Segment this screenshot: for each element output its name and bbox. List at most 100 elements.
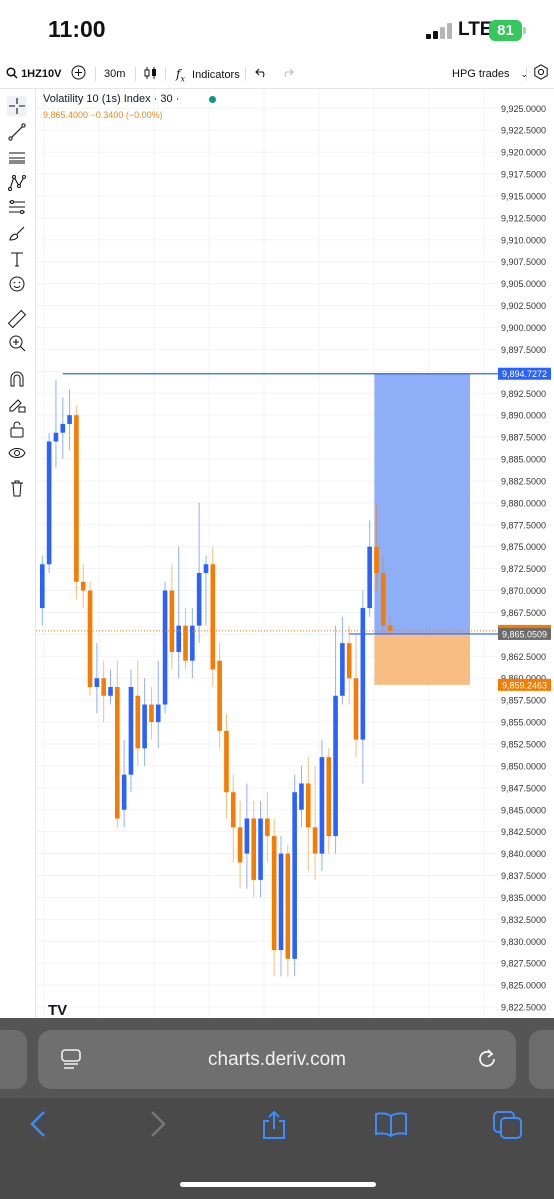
tabs-icon[interactable] [492, 1110, 524, 1140]
indicators-label: Indicators [192, 69, 240, 81]
candle-body [94, 678, 100, 687]
redo-button[interactable] [281, 60, 294, 88]
chart-area[interactable]: 9,925.0000 9,922.5000 9,920.0000 9,917.5000… [36, 89, 554, 1018]
legend-values: 9,865.4000 −0.3400 (−0.00%) [43, 110, 163, 120]
pattern-icon[interactable] [7, 173, 27, 193]
candle-body [60, 423, 66, 433]
y-tick-label: 9,892.5000 [501, 389, 546, 399]
symbol-search[interactable]: 1HZ10V [6, 60, 61, 88]
y-tick-label: 9,882.5000 [501, 476, 546, 486]
horizontal-lines-icon[interactable] [7, 148, 27, 168]
y-tick-label: 9,880.0000 [501, 498, 546, 508]
candle-body [299, 783, 304, 810]
previous-tab-card[interactable] [0, 1030, 27, 1089]
next-tab-card[interactable] [529, 1030, 554, 1089]
stop-zone [374, 633, 470, 685]
y-tick-label: 9,837.5000 [501, 871, 546, 881]
brush-icon[interactable] [7, 224, 27, 244]
tradingview-logo: TV [48, 1002, 67, 1018]
fx-icon: fx [176, 67, 185, 84]
indicators-button[interactable]: fx Indicators [176, 60, 240, 88]
y-tick-label: 9,887.5000 [501, 433, 546, 443]
trend-line-icon[interactable] [7, 122, 27, 142]
y-tick-label: 9,900.0000 [501, 323, 546, 333]
y-tick-label: 9,912.5000 [501, 213, 546, 223]
candles-icon [144, 67, 156, 79]
chart-type-button[interactable] [144, 60, 157, 88]
undo-icon [255, 68, 265, 78]
candle-body [387, 625, 393, 631]
plus-circle-icon [71, 65, 86, 80]
browser-toolbar [0, 1098, 554, 1199]
forward-icon[interactable] [146, 1110, 168, 1138]
y-tick-label: 9,907.5000 [501, 257, 546, 267]
timeframe-button[interactable]: 30m [104, 60, 125, 88]
y-tick-label: 9,915.0000 [501, 191, 546, 201]
candle-body [251, 818, 257, 880]
share-icon[interactable] [259, 1110, 289, 1140]
candle-body [142, 704, 147, 749]
y-tick-label: 9,847.5000 [501, 783, 546, 793]
browser-url-area: charts.deriv.com [0, 1018, 554, 1098]
symbol-label: 1HZ10V [21, 68, 62, 80]
price-label: 9,859.2463 [502, 680, 547, 690]
y-tick-label: 9,917.5000 [501, 170, 546, 180]
lock-drawing-icon[interactable] [7, 394, 27, 414]
candle-body [285, 853, 291, 959]
y-tick-label: 9,840.0000 [501, 849, 546, 859]
candle-body [381, 573, 386, 626]
candle-body [265, 818, 270, 837]
ruler-icon[interactable] [7, 309, 27, 329]
toolbar-divider [526, 67, 527, 81]
candle-body [203, 564, 209, 574]
undo-button[interactable] [255, 60, 268, 88]
price-chart[interactable]: 9,925.0000 9,922.5000 9,920.0000 9,917.5000… [36, 89, 554, 1018]
lock-icon[interactable] [7, 419, 27, 439]
emoji-icon[interactable] [7, 274, 27, 294]
magnet-icon[interactable] [7, 369, 27, 389]
y-tick-label: 9,875.0000 [501, 542, 546, 552]
candle-body [169, 590, 175, 652]
candle-body [237, 827, 243, 863]
home-indicator [180, 1182, 376, 1187]
y-tick-label: 9,842.5000 [501, 827, 546, 837]
candle-body [292, 792, 297, 959]
page-menu-icon[interactable] [60, 1048, 82, 1070]
candle-body [162, 590, 168, 705]
reload-icon[interactable] [475, 1047, 499, 1071]
candle-body [155, 704, 161, 723]
y-tick-label: 9,902.5000 [501, 301, 546, 311]
y-tick-label: 9,830.0000 [501, 937, 546, 947]
back-icon[interactable] [28, 1110, 50, 1138]
address-bar[interactable]: charts.deriv.com [38, 1030, 516, 1089]
toolbar-divider [165, 67, 166, 81]
eye-icon[interactable] [7, 443, 27, 463]
trades-dropdown[interactable]: HPG trades ⌄ [452, 60, 528, 88]
y-tick-label: 9,890.0000 [501, 411, 546, 421]
network-label: LTE [458, 19, 493, 40]
y-tick-label: 9,870.0000 [501, 586, 546, 596]
candle-body [149, 704, 154, 723]
candle-body [367, 546, 372, 609]
trash-icon[interactable] [7, 478, 27, 498]
add-symbol-button[interactable] [71, 60, 86, 88]
toolbar-divider [135, 67, 136, 81]
zoom-in-icon[interactable] [7, 333, 27, 353]
fib-icon[interactable] [7, 198, 27, 218]
y-tick-label: 9,835.0000 [501, 893, 546, 903]
candle-body [101, 678, 106, 696]
bookmarks-icon[interactable] [374, 1110, 408, 1138]
candle-body [53, 432, 59, 442]
candle-body [319, 757, 325, 854]
crosshair-icon[interactable] [7, 96, 27, 116]
candle-body [346, 643, 352, 679]
y-tick-label: 9,922.5000 [501, 126, 546, 136]
settings-button[interactable] [533, 60, 549, 88]
candle-body [87, 590, 93, 687]
drawing-toolbar [0, 88, 36, 1018]
text-icon[interactable] [7, 249, 27, 269]
redo-icon [284, 68, 294, 78]
candle-body [333, 695, 338, 837]
candle-body [305, 783, 311, 828]
y-tick-label: 9,845.0000 [501, 805, 546, 815]
